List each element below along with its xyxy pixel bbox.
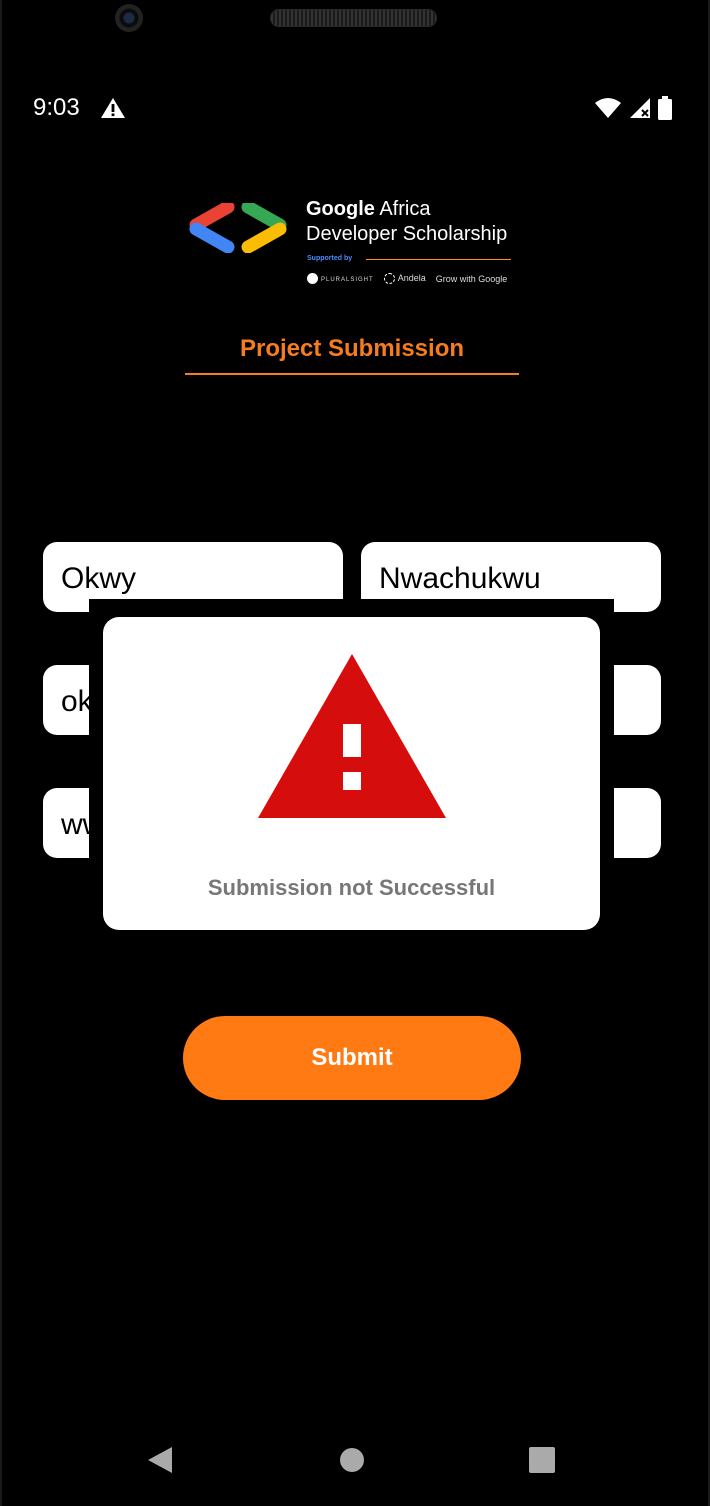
- grow-with-google-logo: Grow with Google: [435, 273, 508, 284]
- status-time: 9:03: [33, 94, 80, 121]
- error-dialog: Submission not Successful: [103, 617, 600, 930]
- partner-logos: PLURALSIGHT Andela Grow with Google: [307, 273, 508, 285]
- warning-triangle-icon: [258, 654, 446, 818]
- dialog-message: Submission not Successful: [207, 875, 496, 900]
- gads-logo: Google Africa Developer Scholarship Supp…: [188, 195, 518, 290]
- submit-button[interactable]: Submit: [183, 1016, 521, 1100]
- title-underline: [185, 373, 519, 375]
- battery-icon: [658, 96, 672, 120]
- supported-by-label: Supported by: [307, 255, 353, 262]
- warning-icon: [101, 98, 125, 118]
- logo-divider: [366, 259, 511, 260]
- back-icon[interactable]: [140, 1440, 180, 1480]
- pluralsight-logo: PLURALSIGHT: [307, 273, 374, 285]
- code-brackets-logo-icon: [189, 203, 287, 253]
- signal-icon: [630, 98, 650, 118]
- andela-logo: Andela: [383, 273, 426, 285]
- wifi-icon: [595, 98, 621, 118]
- device-frame-left: [0, 0, 2, 1506]
- recents-icon[interactable]: [522, 1440, 562, 1480]
- status-icons: [594, 96, 672, 120]
- home-icon[interactable]: [332, 1440, 372, 1480]
- page-title: Project Submission: [239, 335, 465, 362]
- logo-title: Google Africa Developer Scholarship: [306, 198, 508, 245]
- front-camera: [115, 4, 143, 32]
- earpiece-speaker: [270, 9, 437, 27]
